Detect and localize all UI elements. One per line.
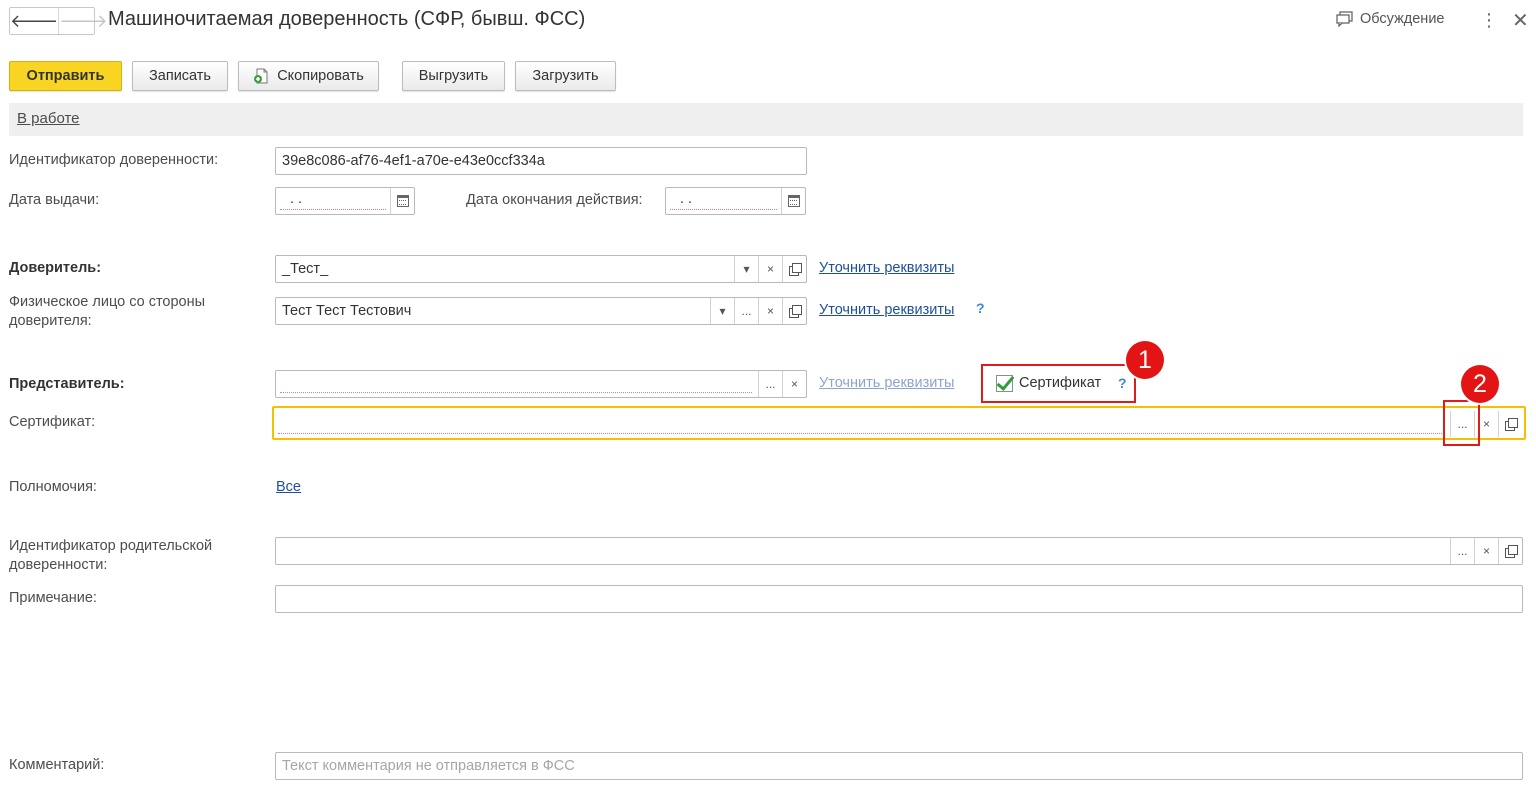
powers-link[interactable]: Все xyxy=(276,479,301,495)
status-link[interactable]: В работе xyxy=(17,110,80,127)
open-button[interactable] xyxy=(1498,411,1522,437)
calendar-icon xyxy=(787,195,800,207)
clear-button[interactable]: × xyxy=(758,298,782,324)
chat-bubble-icon xyxy=(1336,11,1353,27)
required-underline xyxy=(670,209,777,210)
issue-date-label: Дата выдачи: xyxy=(9,192,100,208)
open-button[interactable] xyxy=(1498,538,1522,564)
required-underline xyxy=(278,433,1444,434)
callout-highlight-2 xyxy=(1443,400,1480,446)
calendar-button[interactable] xyxy=(781,188,805,214)
representative-details-link[interactable]: Уточнить реквизиты xyxy=(819,375,954,391)
parent-id-label-line2: доверенности: xyxy=(9,557,108,573)
close-icon[interactable]: ✕ xyxy=(1512,8,1529,33)
person-details-link[interactable]: Уточнить реквизиты xyxy=(819,302,954,318)
callout-badge-1: 1 xyxy=(1126,341,1164,379)
note-label: Примечание: xyxy=(9,590,97,606)
certificate-checkbox-label: Сертификат xyxy=(1019,375,1102,391)
certificate-label: Сертификат: xyxy=(9,414,96,430)
person-label-line1: Физическое лицо со стороны xyxy=(9,294,206,310)
discussion-button[interactable]: Обсуждение xyxy=(1336,11,1444,27)
page-title: Машиночитаемая доверенность (СФР, бывш. … xyxy=(108,8,586,30)
open-button[interactable] xyxy=(782,298,806,324)
required-underline xyxy=(280,209,386,210)
issue-date-value: . . xyxy=(290,191,303,207)
certificate-checkbox[interactable]: Сертификат xyxy=(996,374,1101,393)
select-button[interactable]: ... xyxy=(734,298,758,324)
calendar-button[interactable] xyxy=(390,188,414,214)
send-button[interactable]: Отправить xyxy=(9,61,122,91)
select-button[interactable]: ... xyxy=(758,371,782,397)
discussion-label: Обсуждение xyxy=(1360,11,1445,27)
forward-arrow-icon[interactable]: 🡒 xyxy=(58,8,108,34)
help-icon[interactable]: ? xyxy=(1118,375,1127,391)
principal-label: Доверитель: xyxy=(9,260,102,276)
required-underline xyxy=(280,392,752,393)
save-button[interactable]: Записать xyxy=(132,61,228,91)
copy-document-icon xyxy=(253,68,269,84)
back-arrow-icon[interactable]: 🡐 xyxy=(10,8,58,34)
callout-badge-2: 2 xyxy=(1461,365,1499,403)
issue-date-field[interactable]: . . xyxy=(275,187,415,215)
parent-id-label-line1: Идентификатор родительской xyxy=(9,538,213,554)
id-field[interactable]: 39e8c086-af76-4ef1-a70e-e43e0ccf334a xyxy=(275,147,807,175)
person-value: Тест Тест Тестович xyxy=(282,303,412,319)
open-button[interactable] xyxy=(782,256,806,282)
open-window-icon xyxy=(788,263,802,276)
end-date-label: Дата окончания действия: xyxy=(466,192,643,208)
more-menu-icon[interactable]: ⋮ xyxy=(1480,10,1498,31)
help-icon[interactable]: ? xyxy=(976,300,985,316)
comment-label: Комментарий: xyxy=(9,757,105,773)
end-date-field[interactable]: . . xyxy=(665,187,806,215)
calendar-icon xyxy=(396,195,409,207)
certificate-field[interactable]: ... × xyxy=(272,406,1526,440)
navigation-buttons: 🡐 🡒 xyxy=(9,7,108,35)
clear-button[interactable]: × xyxy=(1474,538,1498,564)
open-window-icon xyxy=(788,305,802,318)
copy-button-label: Скопировать xyxy=(277,68,364,84)
dropdown-button[interactable]: ▾ xyxy=(734,256,758,282)
comment-field[interactable]: Текст комментария не отправляется в ФСС xyxy=(275,752,1523,780)
principal-field[interactable]: _Тест_ ▾ × xyxy=(275,255,807,283)
checkbox-checked-icon[interactable] xyxy=(996,375,1013,392)
import-button[interactable]: Загрузить xyxy=(515,61,616,91)
principal-details-link[interactable]: Уточнить реквизиты xyxy=(819,260,954,276)
end-date-value: . . xyxy=(680,191,693,207)
id-label: Идентификатор доверенности: xyxy=(9,152,219,168)
clear-button[interactable]: × xyxy=(758,256,782,282)
dropdown-button[interactable]: ▾ xyxy=(710,298,734,324)
note-field[interactable] xyxy=(275,585,1523,613)
status-strip xyxy=(9,103,1523,136)
select-button[interactable]: ... xyxy=(1450,538,1474,564)
parent-id-field[interactable]: ... × xyxy=(275,537,1523,565)
export-button[interactable]: Выгрузить xyxy=(402,61,505,91)
principal-value: _Тест_ xyxy=(282,261,329,277)
open-window-icon xyxy=(1504,418,1518,431)
powers-label: Полномочия: xyxy=(9,479,97,495)
person-field[interactable]: Тест Тест Тестович ▾ ... × xyxy=(275,297,807,325)
open-window-icon xyxy=(1504,545,1518,558)
representative-field[interactable]: ... × xyxy=(275,370,807,398)
id-value: 39e8c086-af76-4ef1-a70e-e43e0ccf334a xyxy=(282,153,545,169)
copy-button[interactable]: Скопировать xyxy=(238,61,379,91)
representative-label: Представитель: xyxy=(9,376,125,392)
comment-placeholder: Текст комментария не отправляется в ФСС xyxy=(282,758,575,774)
clear-button[interactable]: × xyxy=(782,371,806,397)
person-label-line2: доверителя: xyxy=(9,313,92,329)
